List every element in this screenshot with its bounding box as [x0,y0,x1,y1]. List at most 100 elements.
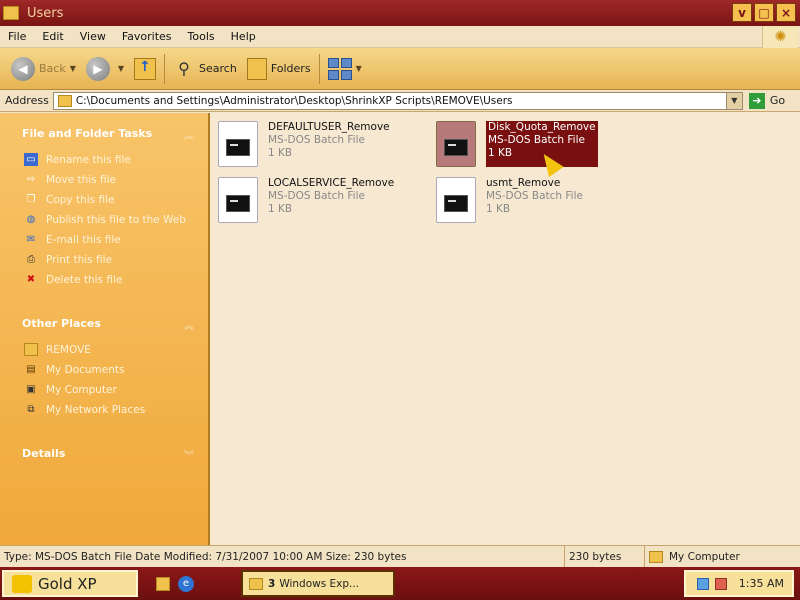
chevron-down-icon: ▼ [69,64,76,73]
go-arrow-icon: ➜ [748,92,765,109]
menu-favorites[interactable]: Favorites [114,30,180,43]
forward-button[interactable]: ▶ ▼ [81,51,129,87]
views-icon [327,57,352,80]
menu-view[interactable]: View [72,30,114,43]
show-desktop-icon[interactable] [156,576,170,591]
email-icon: ✉ [26,234,36,245]
task-label: Copy this file [46,193,115,206]
menu-help[interactable]: Help [223,30,264,43]
place-label: REMOVE [46,343,91,356]
menu-edit[interactable]: Edit [34,30,71,43]
address-bar: Address C:\Documents and Settings\Admini… [0,90,800,112]
expand-icon[interactable]: ︾ [184,447,194,462]
file-size: 1 KB [268,147,293,159]
file-item-selected[interactable]: Disk_Quota_Remove MS-DOS Batch File 1 KB [436,121,598,167]
menu-bar: File Edit View Favorites Tools Help [0,26,800,48]
place-remove[interactable]: REMOVE [24,343,91,356]
batch-file-icon [218,121,258,167]
quick-launch: e [156,575,194,592]
address-path[interactable]: C:\Documents and Settings\Administrator\… [76,95,513,107]
globe-icon: ◍ [26,214,36,225]
batch-file-icon [218,177,258,223]
menu-file[interactable]: File [0,30,34,43]
my-computer-icon: ▣ [26,384,36,395]
internet-explorer-icon[interactable]: e [178,575,194,592]
task-label: Delete this file [46,273,123,286]
status-location-label: My Computer [669,550,740,563]
task-label: Print this file [46,253,112,266]
move-icon: ⇨ [26,174,36,185]
views-button[interactable]: ▼ [323,51,367,87]
back-arrow-icon: ◀ [11,56,35,81]
minimize-button[interactable]: v [732,3,752,22]
window-controls: v □ × [732,3,796,22]
file-item[interactable]: LOCALSERVICE_Remove MS-DOS Batch File 1 … [218,177,394,223]
file-size: 1 KB [488,147,513,159]
my-documents-icon: ▤ [26,364,36,375]
task-delete[interactable]: ✖ Delete this file [24,273,123,286]
place-my-network[interactable]: ⧉ My Network Places [24,403,145,416]
task-label: Publish this file to the Web [46,213,186,226]
go-label: Go [769,94,786,107]
chevron-down-icon: ▼ [355,64,362,73]
task-copy[interactable]: ❐ Copy this file [24,193,115,206]
batch-file-icon [436,121,476,167]
task-label: E-mail this file [46,233,121,246]
file-type: MS-DOS Batch File [488,134,585,146]
collapse-icon[interactable]: ︽ [184,317,194,332]
file-type: MS-DOS Batch File [268,134,365,146]
collapse-icon[interactable]: ︽ [184,127,194,142]
address-label: Address [5,94,49,107]
file-type: MS-DOS Batch File [268,190,365,202]
file-name: DEFAULTUSER_Remove [268,121,390,133]
file-list: DEFAULTUSER_Remove MS-DOS Batch File 1 K… [212,113,800,545]
back-label: Back [39,62,66,75]
back-button[interactable]: ◀ Back ▼ [6,51,81,87]
start-label: Gold XP [38,574,97,593]
start-button[interactable]: Gold XP [2,570,138,597]
file-item[interactable]: DEFAULTUSER_Remove MS-DOS Batch File 1 K… [218,121,390,167]
task-label: Rename this file [46,153,131,166]
close-button[interactable]: × [776,3,796,22]
folders-icon [246,57,267,80]
file-item[interactable]: usmt_Remove MS-DOS Batch File 1 KB [436,177,583,223]
up-folder-button[interactable] [129,51,161,87]
task-count: 3 [268,577,276,590]
window-title: Users [27,5,64,21]
folder-icon [249,577,263,590]
status-size: 230 bytes [565,546,645,567]
status-bar: Type: MS-DOS Batch File Date Modified: 7… [0,545,800,567]
other-places-title[interactable]: Other Places [22,317,101,330]
taskbar-item-windows-explorer[interactable]: 3 Windows Exp... [241,570,395,597]
chevron-down-icon: ▼ [117,64,125,73]
task-email[interactable]: ✉ E-mail this file [24,233,121,246]
task-print[interactable]: ⎙ Print this file [24,253,112,266]
task-rename[interactable]: ▭ Rename this file [24,153,131,166]
toolbar-divider [164,53,166,84]
details-title[interactable]: Details [22,447,65,460]
folder-icon [3,6,19,20]
network-tray-icon[interactable] [696,577,709,590]
menu-tools[interactable]: Tools [180,30,223,43]
place-my-documents[interactable]: ▤ My Documents [24,363,124,376]
task-move[interactable]: ⇨ Move this file [24,173,116,186]
file-name: usmt_Remove [486,177,561,189]
clock[interactable]: 1:35 AM [739,577,784,590]
volume-tray-icon[interactable] [714,577,727,590]
address-input[interactable]: C:\Documents and Settings\Administrator\… [52,91,743,110]
folders-button[interactable]: Folders [242,51,316,87]
go-button[interactable]: ➜ Go [748,92,786,109]
file-tasks-title[interactable]: File and Folder Tasks [22,127,152,140]
forward-arrow-icon: ▶ [85,56,110,81]
rename-icon: ▭ [24,153,38,166]
title-bar: Users v □ × [0,0,800,26]
file-size: 1 KB [486,203,511,215]
status-info: Type: MS-DOS Batch File Date Modified: 7… [0,546,565,567]
maximize-button[interactable]: □ [754,3,774,22]
task-publish[interactable]: ◍ Publish this file to the Web [24,213,186,226]
search-button[interactable]: ⚲ Search [168,51,242,87]
task-pane: File and Folder Tasks ︽ ▭ Rename this fi… [0,113,210,545]
place-label: My Documents [46,363,125,376]
place-my-computer[interactable]: ▣ My Computer [24,383,117,396]
address-dropdown-button[interactable]: ▼ [725,92,742,109]
